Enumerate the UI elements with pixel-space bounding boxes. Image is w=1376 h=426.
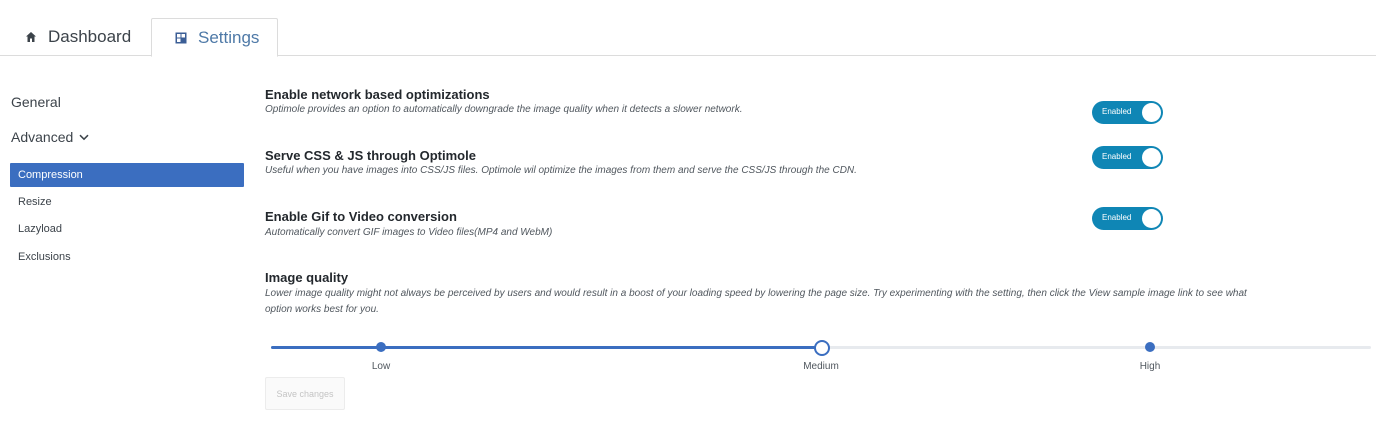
toggle-label: Enabled — [1102, 213, 1132, 222]
serve-css-js-description: Useful when you have images into CSS/JS … — [265, 165, 857, 176]
grid-icon — [174, 31, 188, 45]
sidebar-item-exclusions[interactable]: Exclusions — [10, 245, 244, 269]
toggle-label: Enabled — [1102, 107, 1132, 116]
slider-label-high: High — [1139, 361, 1161, 372]
network-optimization-title: Enable network based optimizations — [265, 87, 490, 102]
serve-css-js-toggle[interactable]: Enabled — [1092, 146, 1163, 169]
serve-css-js-title: Serve CSS & JS through Optimole — [265, 148, 476, 163]
sidebar-item-advanced[interactable]: Advanced — [11, 129, 89, 145]
image-quality-description-line1: Lower image quality might not always be … — [265, 288, 1247, 299]
image-quality-title: Image quality — [265, 270, 349, 285]
network-optimization-description: Optimole provides an option to automatic… — [265, 104, 743, 115]
slider-label-medium: Medium — [803, 361, 839, 372]
network-optimization-toggle[interactable]: Enabled — [1092, 101, 1163, 124]
gif-to-video-toggle[interactable]: Enabled — [1092, 207, 1163, 230]
sidebar-item-resize[interactable]: Resize — [10, 190, 244, 214]
tab-settings[interactable]: Settings — [151, 18, 278, 57]
toggle-knob — [1142, 148, 1161, 167]
gif-to-video-title: Enable Gif to Video conversion — [265, 209, 457, 224]
sidebar-item-lazyload[interactable]: Lazyload — [10, 217, 244, 241]
image-quality-slider-fill — [271, 346, 822, 349]
toggle-knob — [1142, 103, 1161, 122]
tab-dashboard-label: Dashboard — [48, 27, 132, 46]
tab-bar: Dashboard Settings — [0, 0, 1376, 57]
image-quality-description-line2: option works best for you. — [265, 304, 379, 315]
sidebar-item-general[interactable]: General — [11, 94, 61, 110]
sidebar-item-compression[interactable]: Compression — [10, 163, 244, 187]
toggle-knob — [1142, 209, 1161, 228]
slider-step-high[interactable] — [1145, 342, 1155, 352]
tab-settings-label: Settings — [198, 27, 260, 47]
slider-label-low: Low — [371, 361, 391, 372]
gif-to-video-description: Automatically convert GIF images to Vide… — [265, 227, 553, 238]
slider-step-low[interactable] — [376, 342, 386, 352]
save-changes-button[interactable]: Save changes — [265, 377, 345, 410]
toggle-label: Enabled — [1102, 152, 1132, 161]
tab-dashboard[interactable]: Dashboard — [10, 18, 150, 56]
sidebar-item-advanced-label: Advanced — [11, 129, 74, 145]
chevron-down-icon — [79, 134, 89, 141]
image-quality-slider-handle[interactable] — [814, 340, 830, 356]
home-icon — [24, 30, 38, 44]
